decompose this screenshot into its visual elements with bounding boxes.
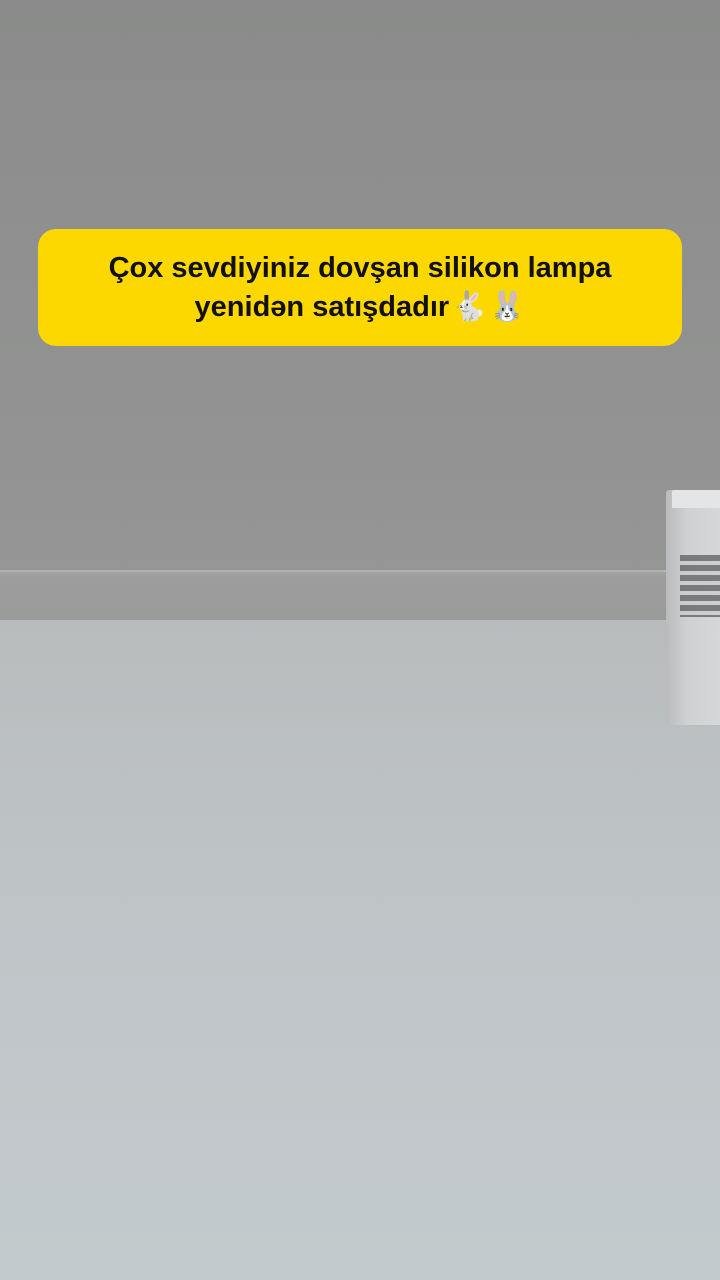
rabbit-face-icon: 🐰 <box>489 289 526 323</box>
caption-line-1: Çox sevdiyiniz dovşan silikon lampa <box>108 252 612 284</box>
video-frame: Çox sevdiyiniz dovşan silikon lampa yeni… <box>0 0 720 1280</box>
product-box-lid <box>672 490 720 508</box>
caption-banner: Çox sevdiyiniz dovşan silikon lampa yeni… <box>38 229 682 346</box>
caption-line-2: yenidən satışdadır <box>194 291 450 323</box>
baseboard <box>0 570 720 622</box>
rabbit-icon: 🐇 <box>451 289 488 323</box>
caption-line-2-wrap: yenidən satışdadır🐇🐰 <box>109 287 612 326</box>
caption-text: Çox sevdiyiniz dovşan silikon lampa yeni… <box>109 249 612 326</box>
product-box-label <box>680 555 720 617</box>
floor <box>0 620 720 1280</box>
